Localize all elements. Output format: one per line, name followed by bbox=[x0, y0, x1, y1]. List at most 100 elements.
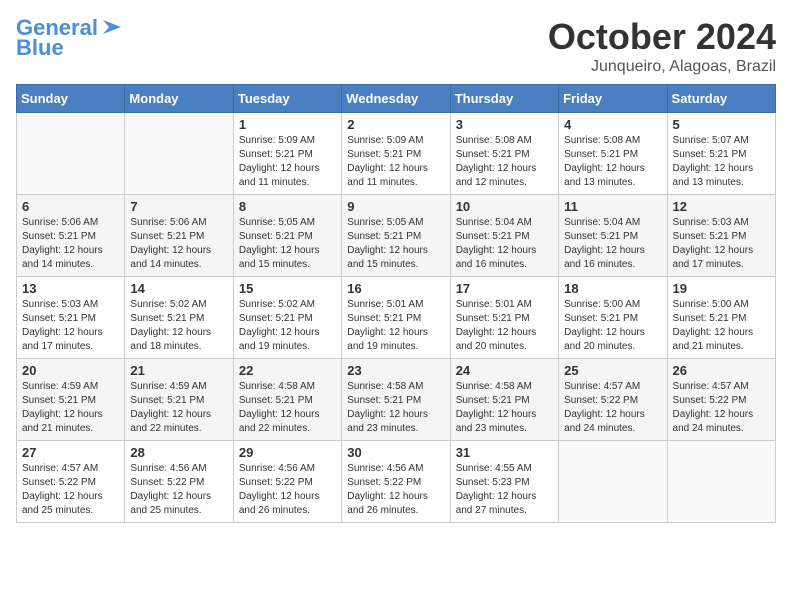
calendar-day-cell: 27Sunrise: 4:57 AMSunset: 5:22 PMDayligh… bbox=[17, 441, 125, 523]
day-number: 26 bbox=[673, 363, 770, 378]
calendar-day-cell bbox=[125, 113, 233, 195]
day-number: 17 bbox=[456, 281, 553, 296]
calendar-day-cell: 15 Sunrise: 5:02 AMSunset: 5:21 PMDayligh… bbox=[233, 277, 341, 359]
calendar-day-cell bbox=[17, 113, 125, 195]
calendar-day-cell: 12 Sunrise: 5:03 AMSunset: 5:21 PMDayligh… bbox=[667, 195, 775, 277]
day-info: Sunrise: 5:03 AMSunset: 5:21 PMDaylight:… bbox=[22, 298, 119, 354]
day-number: 16 bbox=[347, 281, 444, 296]
day-info: Sunrise: 5:06 AMSunset: 5:21 PMDaylight:… bbox=[130, 216, 227, 272]
day-info: Sunrise: 5:03 AMSunset: 5:21 PMDaylight:… bbox=[673, 216, 770, 272]
day-number: 20 bbox=[22, 363, 119, 378]
day-info: Sunrise: 5:01 AMSunset: 5:21 PMDaylight:… bbox=[456, 298, 553, 354]
calendar-day-cell: 18 Sunrise: 5:00 AMSunset: 5:21 PMDayligh… bbox=[559, 277, 667, 359]
day-of-week-header: Sunday bbox=[17, 85, 125, 113]
calendar-week-row: 20 Sunrise: 4:59 AMSunset: 5:21 PMDayligh… bbox=[17, 359, 776, 441]
calendar-day-cell: 7Sunrise: 5:06 AMSunset: 5:21 PMDaylight… bbox=[125, 195, 233, 277]
day-number: 31 bbox=[456, 445, 553, 460]
day-info: Sunrise: 5:07 AMSunset: 5:21 PMDaylight:… bbox=[673, 134, 770, 190]
day-info: Sunrise: 5:06 AMSunset: 5:21 PMDaylight:… bbox=[22, 216, 119, 272]
day-number: 22 bbox=[239, 363, 336, 378]
calendar-day-cell: 30 Sunrise: 4:56 AMSunset: 5:22 PMDayligh… bbox=[342, 441, 450, 523]
day-number: 8 bbox=[239, 199, 336, 214]
calendar-day-cell: 4 Sunrise: 5:08 AMSunset: 5:21 PMDaylight… bbox=[559, 113, 667, 195]
day-number: 30 bbox=[347, 445, 444, 460]
calendar-day-cell: 31 Sunrise: 4:55 AMSunset: 5:23 PMDayligh… bbox=[450, 441, 558, 523]
calendar-day-cell: 10 Sunrise: 5:04 AMSunset: 5:21 PMDayligh… bbox=[450, 195, 558, 277]
calendar-day-cell: 26Sunrise: 4:57 AMSunset: 5:22 PMDayligh… bbox=[667, 359, 775, 441]
calendar-day-cell: 25Sunrise: 4:57 AMSunset: 5:22 PMDayligh… bbox=[559, 359, 667, 441]
calendar-day-cell: 16 Sunrise: 5:01 AMSunset: 5:21 PMDayligh… bbox=[342, 277, 450, 359]
calendar-week-row: 13 Sunrise: 5:03 AMSunset: 5:21 PMDayligh… bbox=[17, 277, 776, 359]
day-of-week-header: Tuesday bbox=[233, 85, 341, 113]
day-info: Sunrise: 5:00 AMSunset: 5:21 PMDaylight:… bbox=[564, 298, 661, 354]
day-info: Sunrise: 5:08 AMSunset: 5:21 PMDaylight:… bbox=[564, 134, 661, 190]
day-info: Sunrise: 4:59 AMSunset: 5:21 PMDaylight:… bbox=[130, 380, 227, 436]
day-info: Sunrise: 5:04 AMSunset: 5:21 PMDaylight:… bbox=[456, 216, 553, 272]
day-info: Sunrise: 5:02 AMSunset: 5:21 PMDaylight:… bbox=[239, 298, 336, 354]
calendar-day-cell: 22Sunrise: 4:58 AMSunset: 5:21 PMDayligh… bbox=[233, 359, 341, 441]
day-number: 11 bbox=[564, 199, 661, 214]
logo: General Blue bbox=[16, 16, 123, 60]
day-number: 18 bbox=[564, 281, 661, 296]
calendar-day-cell: 8 Sunrise: 5:05 AMSunset: 5:21 PMDaylight… bbox=[233, 195, 341, 277]
calendar-day-cell: 28Sunrise: 4:56 AMSunset: 5:22 PMDayligh… bbox=[125, 441, 233, 523]
day-number: 12 bbox=[673, 199, 770, 214]
day-number: 28 bbox=[130, 445, 227, 460]
day-number: 6 bbox=[22, 199, 119, 214]
day-number: 10 bbox=[456, 199, 553, 214]
day-number: 14 bbox=[130, 281, 227, 296]
day-info: Sunrise: 4:56 AMSunset: 5:22 PMDaylight:… bbox=[347, 462, 444, 518]
day-info: Sunrise: 4:58 AMSunset: 5:21 PMDaylight:… bbox=[456, 380, 553, 436]
day-info: Sunrise: 5:09 AMSunset: 5:21 PMDaylight:… bbox=[239, 134, 336, 190]
day-of-week-header: Thursday bbox=[450, 85, 558, 113]
calendar-table: SundayMondayTuesdayWednesdayThursdayFrid… bbox=[16, 84, 776, 523]
month-title: October 2024 bbox=[548, 16, 776, 58]
calendar-week-row: 1 Sunrise: 5:09 AMSunset: 5:21 PMDaylight… bbox=[17, 113, 776, 195]
day-of-week-header: Saturday bbox=[667, 85, 775, 113]
calendar-day-cell: 23 Sunrise: 4:58 AMSunset: 5:21 PMDayligh… bbox=[342, 359, 450, 441]
calendar-day-cell: 1 Sunrise: 5:09 AMSunset: 5:21 PMDaylight… bbox=[233, 113, 341, 195]
day-number: 21 bbox=[130, 363, 227, 378]
calendar-day-cell bbox=[667, 441, 775, 523]
day-number: 4 bbox=[564, 117, 661, 132]
day-info: Sunrise: 5:05 AMSunset: 5:21 PMDaylight:… bbox=[347, 216, 444, 272]
day-number: 1 bbox=[239, 117, 336, 132]
title-section: October 2024 Junqueiro, Alagoas, Brazil bbox=[548, 16, 776, 76]
day-info: Sunrise: 5:05 AMSunset: 5:21 PMDaylight:… bbox=[239, 216, 336, 272]
day-number: 13 bbox=[22, 281, 119, 296]
day-info: Sunrise: 5:02 AMSunset: 5:21 PMDaylight:… bbox=[130, 298, 227, 354]
day-number: 9 bbox=[347, 199, 444, 214]
day-info: Sunrise: 5:08 AMSunset: 5:21 PMDaylight:… bbox=[456, 134, 553, 190]
day-info: Sunrise: 4:56 AMSunset: 5:22 PMDaylight:… bbox=[239, 462, 336, 518]
day-of-week-header: Friday bbox=[559, 85, 667, 113]
days-header-row: SundayMondayTuesdayWednesdayThursdayFrid… bbox=[17, 85, 776, 113]
day-info: Sunrise: 5:01 AMSunset: 5:21 PMDaylight:… bbox=[347, 298, 444, 354]
day-info: Sunrise: 4:55 AMSunset: 5:23 PMDaylight:… bbox=[456, 462, 553, 518]
day-number: 23 bbox=[347, 363, 444, 378]
day-of-week-header: Monday bbox=[125, 85, 233, 113]
calendar-day-cell: 14 Sunrise: 5:02 AMSunset: 5:21 PMDayligh… bbox=[125, 277, 233, 359]
calendar-day-cell: 6 Sunrise: 5:06 AMSunset: 5:21 PMDaylight… bbox=[17, 195, 125, 277]
day-of-week-header: Wednesday bbox=[342, 85, 450, 113]
day-number: 3 bbox=[456, 117, 553, 132]
day-info: Sunrise: 5:00 AMSunset: 5:21 PMDaylight:… bbox=[673, 298, 770, 354]
calendar-day-cell: 21 Sunrise: 4:59 AMSunset: 5:21 PMDayligh… bbox=[125, 359, 233, 441]
calendar-day-cell: 9 Sunrise: 5:05 AMSunset: 5:21 PMDaylight… bbox=[342, 195, 450, 277]
calendar-week-row: 27Sunrise: 4:57 AMSunset: 5:22 PMDayligh… bbox=[17, 441, 776, 523]
calendar-day-cell: 13 Sunrise: 5:03 AMSunset: 5:21 PMDayligh… bbox=[17, 277, 125, 359]
day-number: 15 bbox=[239, 281, 336, 296]
day-number: 19 bbox=[673, 281, 770, 296]
calendar-week-row: 6 Sunrise: 5:06 AMSunset: 5:21 PMDaylight… bbox=[17, 195, 776, 277]
day-number: 24 bbox=[456, 363, 553, 378]
day-info: Sunrise: 4:57 AMSunset: 5:22 PMDaylight:… bbox=[22, 462, 119, 518]
logo-arrow-icon bbox=[101, 16, 123, 38]
calendar-day-cell: 19 Sunrise: 5:00 AMSunset: 5:21 PMDayligh… bbox=[667, 277, 775, 359]
day-info: Sunrise: 5:09 AMSunset: 5:21 PMDaylight:… bbox=[347, 134, 444, 190]
calendar-day-cell: 17 Sunrise: 5:01 AMSunset: 5:21 PMDayligh… bbox=[450, 277, 558, 359]
day-info: Sunrise: 5:04 AMSunset: 5:21 PMDaylight:… bbox=[564, 216, 661, 272]
day-number: 25 bbox=[564, 363, 661, 378]
calendar-day-cell: 24 Sunrise: 4:58 AMSunset: 5:21 PMDayligh… bbox=[450, 359, 558, 441]
calendar-day-cell bbox=[559, 441, 667, 523]
calendar-day-cell: 11 Sunrise: 5:04 AMSunset: 5:21 PMDayligh… bbox=[559, 195, 667, 277]
day-info: Sunrise: 4:58 AMSunset: 5:21 PMDaylight:… bbox=[347, 380, 444, 436]
